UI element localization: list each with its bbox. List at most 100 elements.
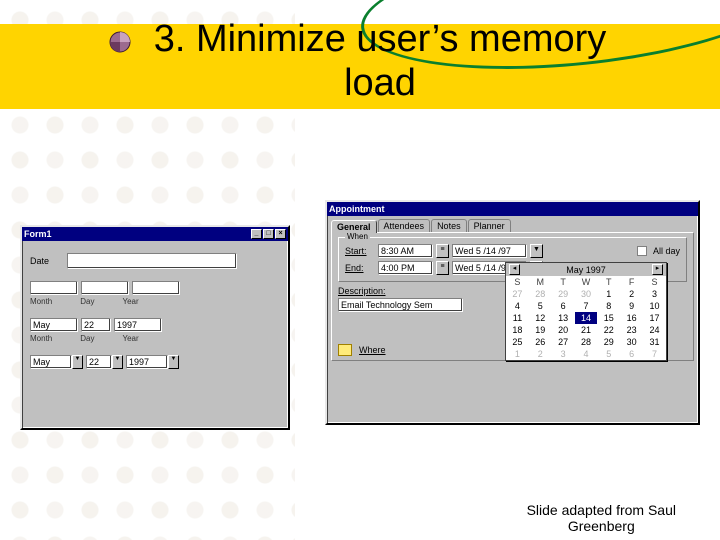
- calendar-day[interactable]: 30: [575, 288, 598, 300]
- chevron-down-icon[interactable]: ▼: [72, 355, 83, 369]
- calendar-day[interactable]: 14: [575, 312, 598, 324]
- calendar-day[interactable]: 11: [506, 312, 529, 324]
- year-label: Year: [122, 297, 138, 306]
- chevron-down-icon[interactable]: ▼: [168, 355, 179, 369]
- tab-notes[interactable]: Notes: [431, 219, 467, 232]
- calendar-day[interactable]: 20: [552, 324, 575, 336]
- date-picker-popup[interactable]: ◂ May 1997 ▸ SMTWTFS 2728293012345678910…: [505, 262, 667, 361]
- dow-header: M: [529, 276, 552, 288]
- calendar-day[interactable]: 27: [552, 336, 575, 348]
- calendar-day[interactable]: 25: [506, 336, 529, 348]
- minimize-button[interactable]: _: [251, 229, 262, 239]
- calendar-day[interactable]: 29: [597, 336, 620, 348]
- calendar-day[interactable]: 4: [506, 300, 529, 312]
- calendar-day[interactable]: 17: [643, 312, 666, 324]
- attribution-line1: Slide adapted from Saul: [527, 502, 676, 518]
- bullet-icon: [108, 30, 132, 54]
- day-label-2: Day: [80, 334, 94, 343]
- month-value-1[interactable]: May: [30, 318, 78, 332]
- start-time-spinner[interactable]: ≡: [436, 244, 449, 258]
- slide-title: 3. Minimize user’s memory load: [100, 18, 660, 105]
- form1-titlebar[interactable]: Form1 _ □ ×: [22, 227, 288, 241]
- maximize-button[interactable]: □: [263, 229, 274, 239]
- calendar-day[interactable]: 30: [620, 336, 643, 348]
- calendar-day[interactable]: 2: [620, 288, 643, 300]
- calendar-day[interactable]: 10: [643, 300, 666, 312]
- end-time-input[interactable]: 4:00 PM: [378, 261, 433, 275]
- appointment-titlebar[interactable]: Appointment: [327, 202, 698, 216]
- description-input[interactable]: Email Technology Sem: [338, 298, 463, 312]
- calendar-day[interactable]: 1: [597, 288, 620, 300]
- calendar-day[interactable]: 23: [620, 324, 643, 336]
- calendar-day[interactable]: 12: [529, 312, 552, 324]
- form1-window: Form1 _ □ × Date Month Day Year: [20, 225, 290, 430]
- calendar-day[interactable]: 7: [643, 348, 666, 360]
- calendar-day[interactable]: 4: [575, 348, 598, 360]
- year-value-1[interactable]: 1997: [114, 318, 162, 332]
- month-input-1[interactable]: [30, 281, 78, 295]
- appointment-title: Appointment: [329, 204, 385, 214]
- prev-month-button[interactable]: ◂: [509, 264, 520, 275]
- date-label: Date: [30, 256, 64, 266]
- calendar-day[interactable]: 28: [575, 336, 598, 348]
- title-line1: 3. Minimize user’s memory: [154, 18, 607, 60]
- year-combo[interactable]: 1997 ▼: [126, 355, 179, 369]
- tab-planner[interactable]: Planner: [468, 219, 511, 232]
- start-time-input[interactable]: 8:30 AM: [378, 244, 433, 258]
- calendar-day[interactable]: 8: [597, 300, 620, 312]
- calendar-day[interactable]: 19: [529, 324, 552, 336]
- start-date-input[interactable]: Wed 5 /14 /97: [452, 244, 527, 258]
- tabs-bar: General Attendees Notes Planner: [327, 216, 698, 232]
- calendar-day[interactable]: 29: [552, 288, 575, 300]
- calendar-day[interactable]: 6: [552, 300, 575, 312]
- tab-attendees[interactable]: Attendees: [378, 219, 431, 232]
- calendar-day[interactable]: 24: [643, 324, 666, 336]
- calendar-day[interactable]: 13: [552, 312, 575, 324]
- where-label: Where: [359, 345, 386, 355]
- calendar-day[interactable]: 9: [620, 300, 643, 312]
- calendar-day[interactable]: 18: [506, 324, 529, 336]
- allday-checkbox[interactable]: [637, 246, 647, 256]
- calendar-day[interactable]: 3: [552, 348, 575, 360]
- next-month-button[interactable]: ▸: [652, 264, 663, 275]
- calendar-day[interactable]: 6: [620, 348, 643, 360]
- day-value-1[interactable]: 22: [81, 318, 111, 332]
- day-input-1[interactable]: [81, 281, 129, 295]
- calendar-day[interactable]: 28: [529, 288, 552, 300]
- picker-month-label: May 1997: [566, 265, 606, 275]
- calendar-day[interactable]: 1: [506, 348, 529, 360]
- day-combo[interactable]: 22 ▼: [86, 355, 123, 369]
- calendar-day[interactable]: 27: [506, 288, 529, 300]
- form1-title: Form1: [24, 229, 52, 239]
- where-icon: [338, 344, 352, 356]
- calendar-grid: SMTWTFS 27282930123456789101112131415161…: [506, 276, 666, 360]
- calendar-day[interactable]: 5: [529, 300, 552, 312]
- start-label: Start:: [345, 246, 375, 256]
- dow-header: F: [620, 276, 643, 288]
- calendar-day[interactable]: 15: [597, 312, 620, 324]
- start-date-dropdown[interactable]: ▼: [530, 244, 543, 258]
- calendar-day[interactable]: 5: [597, 348, 620, 360]
- attribution-line2: Greenberg: [568, 518, 635, 534]
- month-label: Month: [30, 297, 52, 306]
- calendar-day[interactable]: 2: [529, 348, 552, 360]
- dow-header: T: [597, 276, 620, 288]
- dow-header: S: [643, 276, 666, 288]
- calendar-day[interactable]: 16: [620, 312, 643, 324]
- calendar-day[interactable]: 31: [643, 336, 666, 348]
- year-input-1[interactable]: [132, 281, 180, 295]
- day-value-2: 22: [86, 355, 112, 369]
- calendar-day[interactable]: 7: [575, 300, 598, 312]
- end-time-spinner[interactable]: ≡: [436, 261, 449, 275]
- month-combo[interactable]: May ▼: [30, 355, 83, 369]
- title-line2: load: [344, 62, 416, 104]
- chevron-down-icon[interactable]: ▼: [112, 355, 123, 369]
- calendar-day[interactable]: 22: [597, 324, 620, 336]
- calendar-day[interactable]: 3: [643, 288, 666, 300]
- date-input[interactable]: [67, 253, 237, 269]
- calendar-day[interactable]: 26: [529, 336, 552, 348]
- calendar-day[interactable]: 21: [575, 324, 598, 336]
- close-button[interactable]: ×: [275, 229, 286, 239]
- end-label: End:: [345, 263, 375, 273]
- month-label-2: Month: [30, 334, 52, 343]
